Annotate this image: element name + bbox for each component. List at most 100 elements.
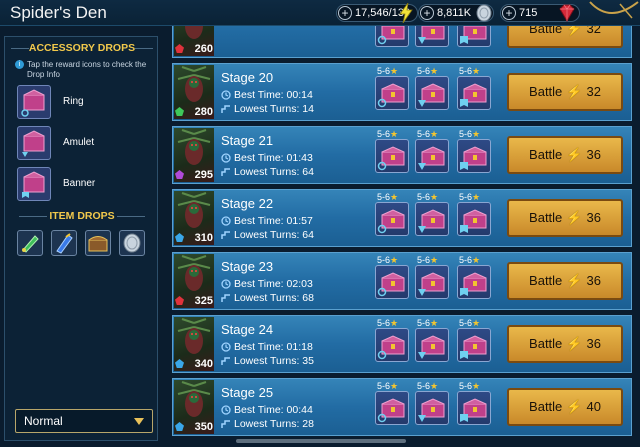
banner-icon [460,225,468,233]
stage-row[interactable]: 295 Stage 21 Best Time: 01:43 Lowest Tur… [172,126,632,184]
back-arrow-icon[interactable] [580,0,640,26]
reward-chest-button[interactable] [457,26,491,47]
battle-button[interactable]: Battle ⚡ 36 [507,325,623,363]
reward-chest-button[interactable]: 5-6★ [457,255,491,299]
stage-name: Stage 25 [221,385,274,400]
turns-icon [221,105,230,113]
green-potion-icon[interactable] [17,230,43,256]
star-icon: ★ [472,381,481,391]
ring-icon [377,413,387,423]
stage-list[interactable]: 260 Best Time: 03:43 [172,26,636,447]
difficulty-select[interactable]: Normal [15,409,153,433]
star-icon: ★ [472,129,481,139]
lowest-turns: Lowest Turns: 64 [221,166,314,178]
reward-rank: 5-6★ [417,66,438,77]
reward-chest-button[interactable] [415,26,449,47]
silver-counter[interactable]: + 8,811K [418,4,494,22]
gems-counter[interactable]: + 715 [500,4,580,22]
reward-rank: 5-6★ [377,129,398,140]
stage-row[interactable]: 325 Stage 23 Best Time: 02:03 Lowest Tur… [172,252,632,310]
add-silver-button[interactable]: + [420,6,434,20]
battle-button[interactable]: Battle ⚡ 36 [507,199,623,237]
enemy-level: 325 [194,295,213,307]
banner-chest-icon[interactable] [17,167,51,201]
reward-rank-text: 5-6 [417,66,431,76]
battle-button[interactable]: Battle ⚡ 32 [507,26,623,48]
accessory-amulet[interactable]: Amulet [17,126,157,160]
difficulty-value: Normal [24,414,63,428]
stage-name: Stage 24 [221,322,274,337]
lowest-turns: Lowest Turns: 68 [221,292,314,304]
reward-rank-text: 5-6 [417,129,431,139]
best-time-label: Best Time: [234,404,284,416]
star-icon: ★ [472,66,481,76]
reward-chest-button[interactable]: 5-6★ [375,129,409,173]
turns-icon [221,231,230,239]
amulet-icon [418,415,426,422]
reward-chest-button[interactable]: 5-6★ [457,66,491,110]
stage-row[interactable]: 280 Stage 20 Best Time: 00:14 Lowest Tur… [172,63,632,121]
reward-rank: 5-6★ [459,255,480,266]
stage-row[interactable]: 340 Stage 24 Best Time: 01:18 Lowest Tur… [172,315,632,373]
star-icon: ★ [430,192,439,202]
lowest-turns-label: Lowest Turns: [234,292,300,304]
reward-chest-button[interactable]: 5-6★ [415,129,449,173]
reward-chest-button[interactable]: 5-6★ [375,66,409,110]
reward-rank-text: 5-6 [459,255,473,265]
energy-cost: 32 [586,84,601,99]
clock-icon [221,342,231,352]
reward-chest-button[interactable] [375,26,409,47]
add-energy-button[interactable]: + [338,6,352,20]
banner-icon [460,99,468,107]
accessory-banner[interactable]: Banner [17,167,157,201]
reward-chest-button[interactable]: 5-6★ [415,192,449,236]
ring-chest-icon[interactable] [17,85,51,119]
stage-row[interactable]: 350 Stage 25 Best Time: 00:44 Lowest Tur… [172,378,632,436]
banner-icon [460,414,468,422]
battle-button[interactable]: Battle ⚡ 32 [507,73,623,111]
battle-button[interactable]: Battle ⚡ 36 [507,262,623,300]
reward-rank-text: 5-6 [377,381,391,391]
reward-chest-button[interactable]: 5-6★ [375,318,409,362]
reward-rank: 5-6★ [377,255,398,266]
accessory-label: Ring [63,96,84,107]
reward-chest-button[interactable]: 5-6★ [415,66,449,110]
reward-chest-button[interactable]: 5-6★ [415,381,449,425]
treasure-chest-icon[interactable] [85,230,111,256]
reward-chest-button[interactable]: 5-6★ [375,381,409,425]
turns-icon [221,420,230,428]
accessory-label: Banner [63,178,96,189]
reward-chest-button[interactable]: 5-6★ [457,192,491,236]
energy-cost: 36 [586,273,601,288]
lightning-icon [399,3,413,23]
lightning-icon: ⚡ [566,147,583,162]
turns-icon [221,168,230,176]
reward-rank: 5-6★ [417,129,438,140]
battle-button[interactable]: Battle ⚡ 40 [507,388,623,426]
reward-chest-button[interactable]: 5-6★ [457,318,491,362]
banner-icon [460,288,468,296]
scrollbar[interactable] [236,439,406,443]
battle-button[interactable]: Battle ⚡ 36 [507,136,623,174]
accessory-ring[interactable]: Ring [17,85,157,119]
reward-chest-button[interactable]: 5-6★ [457,129,491,173]
enemy-level: 280 [194,106,213,118]
boss-portrait: 325 [174,254,214,308]
add-gems-button[interactable]: + [502,6,516,20]
silver-coin-icon[interactable] [119,230,145,256]
reward-chest-button[interactable]: 5-6★ [415,318,449,362]
reward-chest-button[interactable]: 5-6★ [457,381,491,425]
amulet-chest-icon[interactable] [17,126,51,160]
reward-chest-button[interactable]: 5-6★ [375,192,409,236]
stage-row[interactable]: 260 Best Time: 03:43 [172,26,632,58]
info-icon: i [15,60,24,69]
reward-chest-button[interactable]: 5-6★ [375,255,409,299]
energy-counter[interactable]: + 17,546/136 [336,3,418,23]
reward-chest-button[interactable]: 5-6★ [415,255,449,299]
star-icon: ★ [472,192,481,202]
blue-shard-icon[interactable] [51,230,77,256]
lowest-turns-label: Lowest Turns: [234,418,300,430]
battle-label: Battle [529,147,563,162]
stage-row[interactable]: 310 Stage 22 Best Time: 01:57 Lowest Tur… [172,189,632,247]
page-title: Spider's Den [10,3,107,22]
